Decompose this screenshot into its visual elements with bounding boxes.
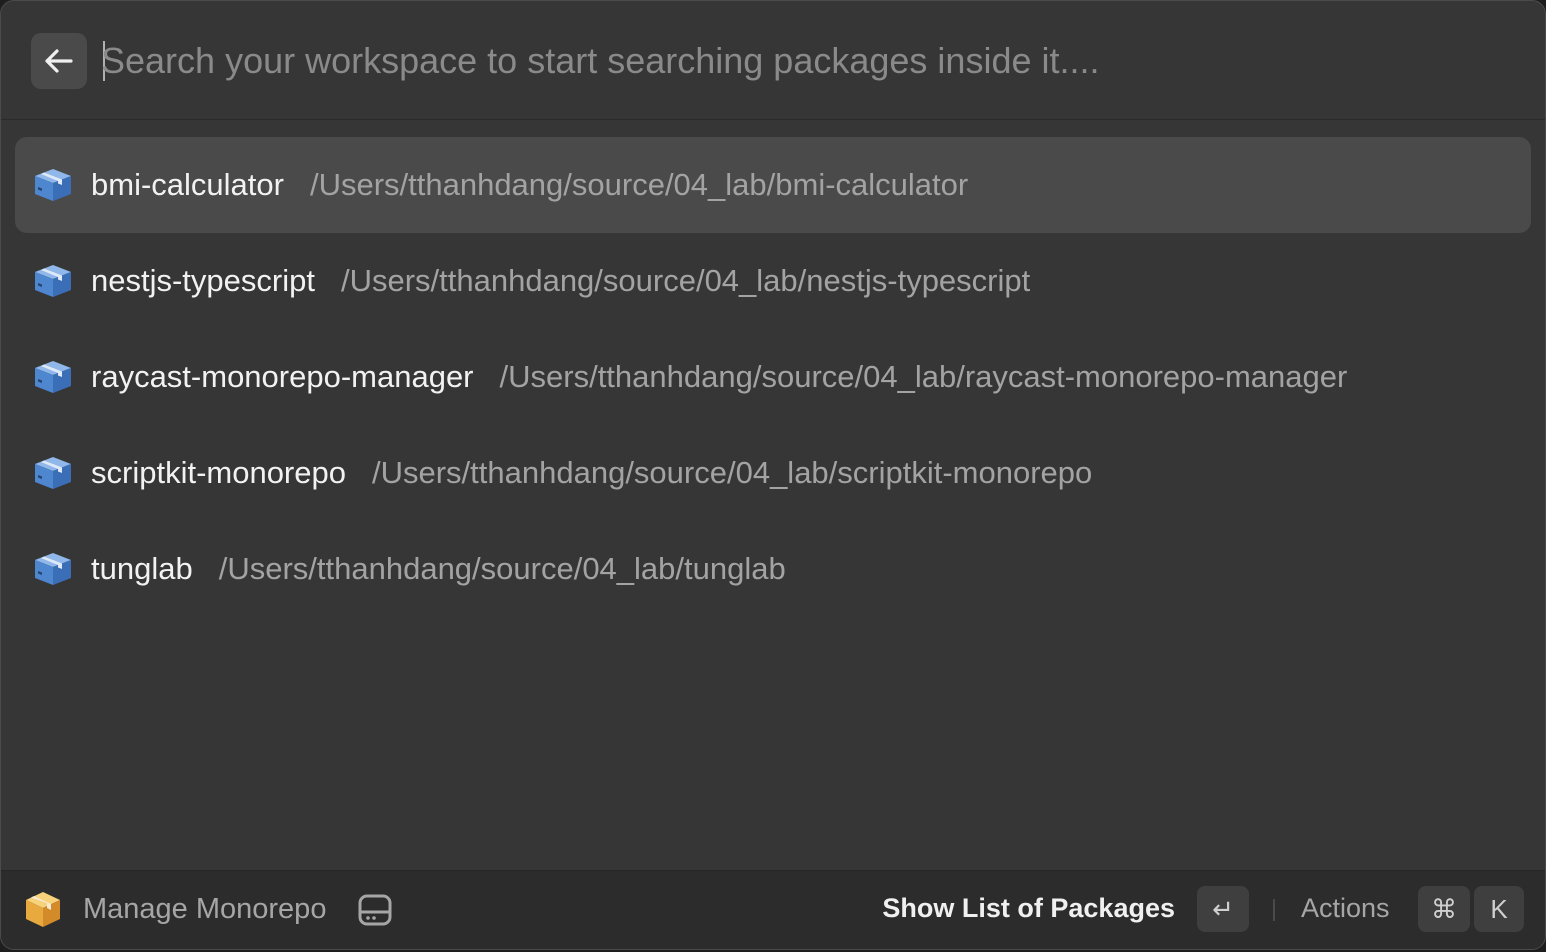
k-key-badge: K	[1474, 886, 1524, 932]
package-name: nestjs-typescript	[91, 263, 315, 298]
search-input[interactable]	[101, 35, 1501, 87]
package-row-text: bmi-calculator /Users/tthanhdang/source/…	[91, 167, 968, 203]
actions-button[interactable]: Actions	[1301, 893, 1390, 924]
package-box-icon	[35, 457, 71, 489]
package-box-icon	[35, 361, 71, 393]
package-row-text: nestjs-typescript /Users/tthanhdang/sour…	[91, 263, 1030, 299]
extension-name: Manage Monorepo	[83, 893, 327, 925]
arrow-left-icon	[45, 49, 73, 73]
command-icon: ⌘	[1431, 893, 1457, 924]
package-row-text: tunglab /Users/tthanhdang/source/04_lab/…	[91, 551, 786, 587]
package-path: /Users/tthanhdang/source/04_lab/nestjs-t…	[340, 263, 1031, 298]
package-box-icon	[35, 169, 71, 201]
search-bar	[1, 1, 1545, 120]
launcher-window: bmi-calculator /Users/tthanhdang/source/…	[0, 0, 1546, 950]
package-name: bmi-calculator	[91, 167, 284, 202]
enter-key-badge: ↵	[1197, 886, 1249, 932]
command-key-badge: ⌘	[1418, 886, 1470, 932]
package-box-icon	[35, 265, 71, 297]
package-row[interactable]: tunglab /Users/tthanhdang/source/04_lab/…	[15, 521, 1531, 617]
back-button[interactable]	[31, 33, 87, 89]
package-row-text: scriptkit-monorepo /Users/tthanhdang/sou…	[91, 455, 1092, 491]
package-name: scriptkit-monorepo	[91, 455, 346, 490]
package-row[interactable]: scriptkit-monorepo /Users/tthanhdang/sou…	[15, 425, 1531, 521]
package-row[interactable]: bmi-calculator /Users/tthanhdang/source/…	[15, 137, 1531, 233]
package-path: /Users/tthanhdang/source/04_lab/bmi-calc…	[309, 167, 969, 202]
package-row-text: raycast-monorepo-manager /Users/tthanhda…	[91, 359, 1347, 395]
package-list: bmi-calculator /Users/tthanhdang/source/…	[15, 137, 1531, 617]
cardboard-box-icon	[26, 892, 60, 927]
k-key-label: K	[1490, 893, 1508, 924]
action-bar: Manage Monorepo Show List of Packages ↵ …	[1, 870, 1545, 949]
package-path: /Users/tthanhdang/source/04_lab/scriptki…	[371, 455, 1093, 490]
hard-drive-icon	[358, 894, 392, 926]
package-name: raycast-monorepo-manager	[91, 359, 474, 394]
return-icon: ↵	[1212, 893, 1234, 924]
footer-divider	[1273, 899, 1275, 921]
package-path: /Users/tthanhdang/source/04_lab/raycast-…	[499, 359, 1348, 394]
package-row[interactable]: nestjs-typescript /Users/tthanhdang/sour…	[15, 233, 1531, 329]
package-name: tunglab	[91, 551, 193, 586]
package-path: /Users/tthanhdang/source/04_lab/tunglab	[218, 551, 786, 586]
package-box-icon	[35, 553, 71, 585]
package-row[interactable]: raycast-monorepo-manager /Users/tthanhda…	[15, 329, 1531, 425]
primary-action-button[interactable]: Show List of Packages	[882, 893, 1175, 924]
